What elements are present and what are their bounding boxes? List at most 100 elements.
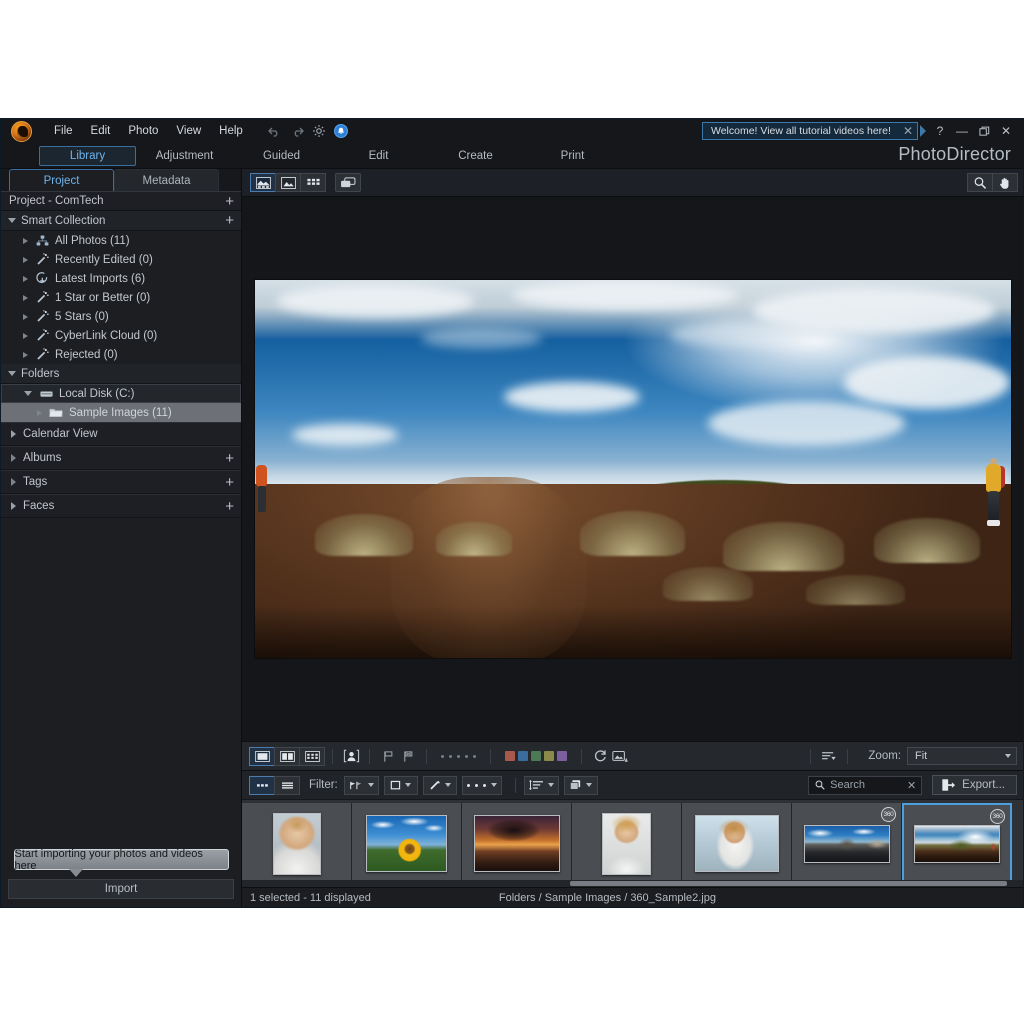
- add-face-button[interactable]: +: [225, 499, 234, 514]
- list-item[interactable]: [572, 803, 682, 884]
- panel-tab-project[interactable]: Project: [9, 169, 114, 191]
- view-thumbgrid-icon[interactable]: [299, 747, 325, 766]
- tab-create[interactable]: Create: [427, 146, 524, 166]
- add-album-button[interactable]: +: [225, 451, 234, 466]
- rotate-icon[interactable]: [590, 747, 610, 765]
- menu-item-file[interactable]: File: [45, 122, 82, 140]
- panel-tab-metadata[interactable]: Metadata: [114, 169, 219, 191]
- add-tag-button[interactable]: +: [225, 475, 234, 490]
- chevron-right-icon: [11, 454, 16, 462]
- list-compact-icon[interactable]: [249, 776, 275, 795]
- face-tag-icon[interactable]: [341, 747, 361, 765]
- flags-filter-dropdown[interactable]: [344, 776, 379, 795]
- photo-viewer[interactable]: [242, 197, 1023, 741]
- menu-item-edit[interactable]: Edit: [82, 122, 120, 140]
- list-item-empty[interactable]: [1012, 803, 1023, 884]
- tab-adjustment[interactable]: Adjustment: [136, 146, 233, 166]
- menu-item-help[interactable]: Help: [210, 122, 252, 140]
- list-item[interactable]: [682, 803, 792, 884]
- color-labels[interactable]: [505, 751, 567, 761]
- chevron-down-icon[interactable]: [24, 391, 32, 396]
- compare-window-icon[interactable]: [335, 173, 361, 192]
- export-button[interactable]: Export...: [932, 775, 1017, 795]
- more-filter-dropdown[interactable]: [462, 776, 502, 795]
- notification-icon[interactable]: [334, 124, 348, 138]
- minimize-button[interactable]: —: [951, 121, 973, 141]
- sidebar-section-albums[interactable]: Albums +: [1, 446, 241, 470]
- view-filmstrip-icon[interactable]: [249, 747, 275, 766]
- sidebar-item-recently-edited[interactable]: Recently Edited (0): [1, 250, 241, 269]
- sidebar-section-faces[interactable]: Faces +: [1, 494, 241, 518]
- flag-pick-icon[interactable]: [378, 747, 398, 765]
- sidebar-item-sample-images[interactable]: Sample Images (11): [1, 403, 241, 422]
- add-project-button[interactable]: +: [225, 194, 234, 209]
- viewer-photo-icon[interactable]: [275, 173, 301, 192]
- magic-wand-icon: [35, 329, 49, 342]
- filmstrip-scrollbar[interactable]: [242, 880, 1023, 887]
- chevron-right-icon[interactable]: [23, 257, 28, 263]
- sidebar-item-all-photos[interactable]: All Photos (11): [1, 231, 241, 250]
- folders-header[interactable]: Folders: [1, 364, 241, 384]
- search-clear-icon[interactable]: ✕: [907, 779, 916, 792]
- tab-print[interactable]: Print: [524, 146, 621, 166]
- add-smart-collection-button[interactable]: +: [225, 213, 234, 228]
- hand-pan-icon[interactable]: [992, 173, 1018, 192]
- menu-item-view[interactable]: View: [167, 122, 210, 140]
- stack-dropdown[interactable]: [564, 776, 598, 795]
- zoom-select[interactable]: Fit: [907, 747, 1017, 765]
- close-button[interactable]: ✕: [995, 121, 1017, 141]
- tutorial-banner-close-icon[interactable]: ✕: [903, 125, 913, 137]
- filmstrip-toolbar-top: Zoom: Fit: [242, 741, 1023, 770]
- zoom-magnifier-icon[interactable]: [967, 173, 993, 192]
- help-button[interactable]: ?: [929, 121, 951, 141]
- tab-guided[interactable]: Guided: [233, 146, 330, 166]
- sidebar-item-cyberlink-cloud[interactable]: CyberLink Cloud (0): [1, 326, 241, 345]
- chevron-right-icon[interactable]: [23, 276, 28, 282]
- sidebar-item-1-star-or-better[interactable]: 1 Star or Better (0): [1, 288, 241, 307]
- restore-button[interactable]: [973, 121, 995, 141]
- slideshow-icon[interactable]: [610, 747, 630, 765]
- export-button-label: Export...: [962, 779, 1005, 791]
- label-filter-dropdown[interactable]: [384, 776, 418, 795]
- list-item[interactable]: 360: [792, 803, 902, 884]
- viewer-grid-icon[interactable]: [300, 173, 326, 192]
- chevron-right-icon[interactable]: [23, 352, 28, 358]
- sidebar-section-label: Tags: [23, 476, 47, 488]
- sidebar-item-rejected[interactable]: Rejected (0): [1, 345, 241, 364]
- rating-stars[interactable]: [441, 755, 476, 758]
- tutorial-banner[interactable]: Welcome! View all tutorial videos here! …: [702, 122, 918, 140]
- list-rows-icon[interactable]: [274, 776, 300, 795]
- sidebar-item-5-stars[interactable]: 5 Stars (0): [1, 307, 241, 326]
- flag-reject-icon[interactable]: [398, 747, 418, 765]
- chevron-right-icon[interactable]: [23, 314, 28, 320]
- sidebar-item-local-disk[interactable]: Local Disk (C:): [1, 384, 241, 403]
- list-item[interactable]: [352, 803, 462, 884]
- smart-collection-header[interactable]: Smart Collection +: [1, 211, 241, 231]
- view-split-icon[interactable]: [274, 747, 300, 766]
- import-button[interactable]: Import: [8, 879, 234, 899]
- sidebar-item-latest-imports[interactable]: Latest Imports (6): [1, 269, 241, 288]
- sort-order-icon[interactable]: [819, 747, 839, 765]
- chevron-right-icon[interactable]: [23, 295, 28, 301]
- tab-edit[interactable]: Edit: [330, 146, 427, 166]
- sidebar-section-calendar-view[interactable]: Calendar View: [1, 422, 241, 446]
- undo-icon[interactable]: [268, 124, 283, 139]
- edit-filter-dropdown[interactable]: [423, 776, 457, 795]
- folder-icon: [49, 406, 63, 419]
- search-input[interactable]: Search ✕: [808, 776, 922, 795]
- menu-item-photo[interactable]: Photo: [119, 122, 167, 140]
- sidebar-section-tags[interactable]: Tags +: [1, 470, 241, 494]
- sort-lines-dropdown[interactable]: [524, 776, 559, 795]
- chevron-right-icon[interactable]: [37, 410, 42, 416]
- redo-icon[interactable]: [290, 124, 305, 139]
- gear-icon[interactable]: [312, 124, 327, 139]
- list-item[interactable]: [462, 803, 572, 884]
- tab-library[interactable]: Library: [39, 146, 136, 166]
- list-item[interactable]: [242, 803, 352, 884]
- thumbnail-portrait-woman-smiling: [273, 813, 321, 875]
- viewer-single-icon[interactable]: [250, 173, 276, 192]
- chevron-right-icon[interactable]: [23, 238, 28, 244]
- filmstrip[interactable]: 360 360: [242, 799, 1023, 887]
- list-item[interactable]: 360: [902, 803, 1012, 884]
- chevron-right-icon[interactable]: [23, 333, 28, 339]
